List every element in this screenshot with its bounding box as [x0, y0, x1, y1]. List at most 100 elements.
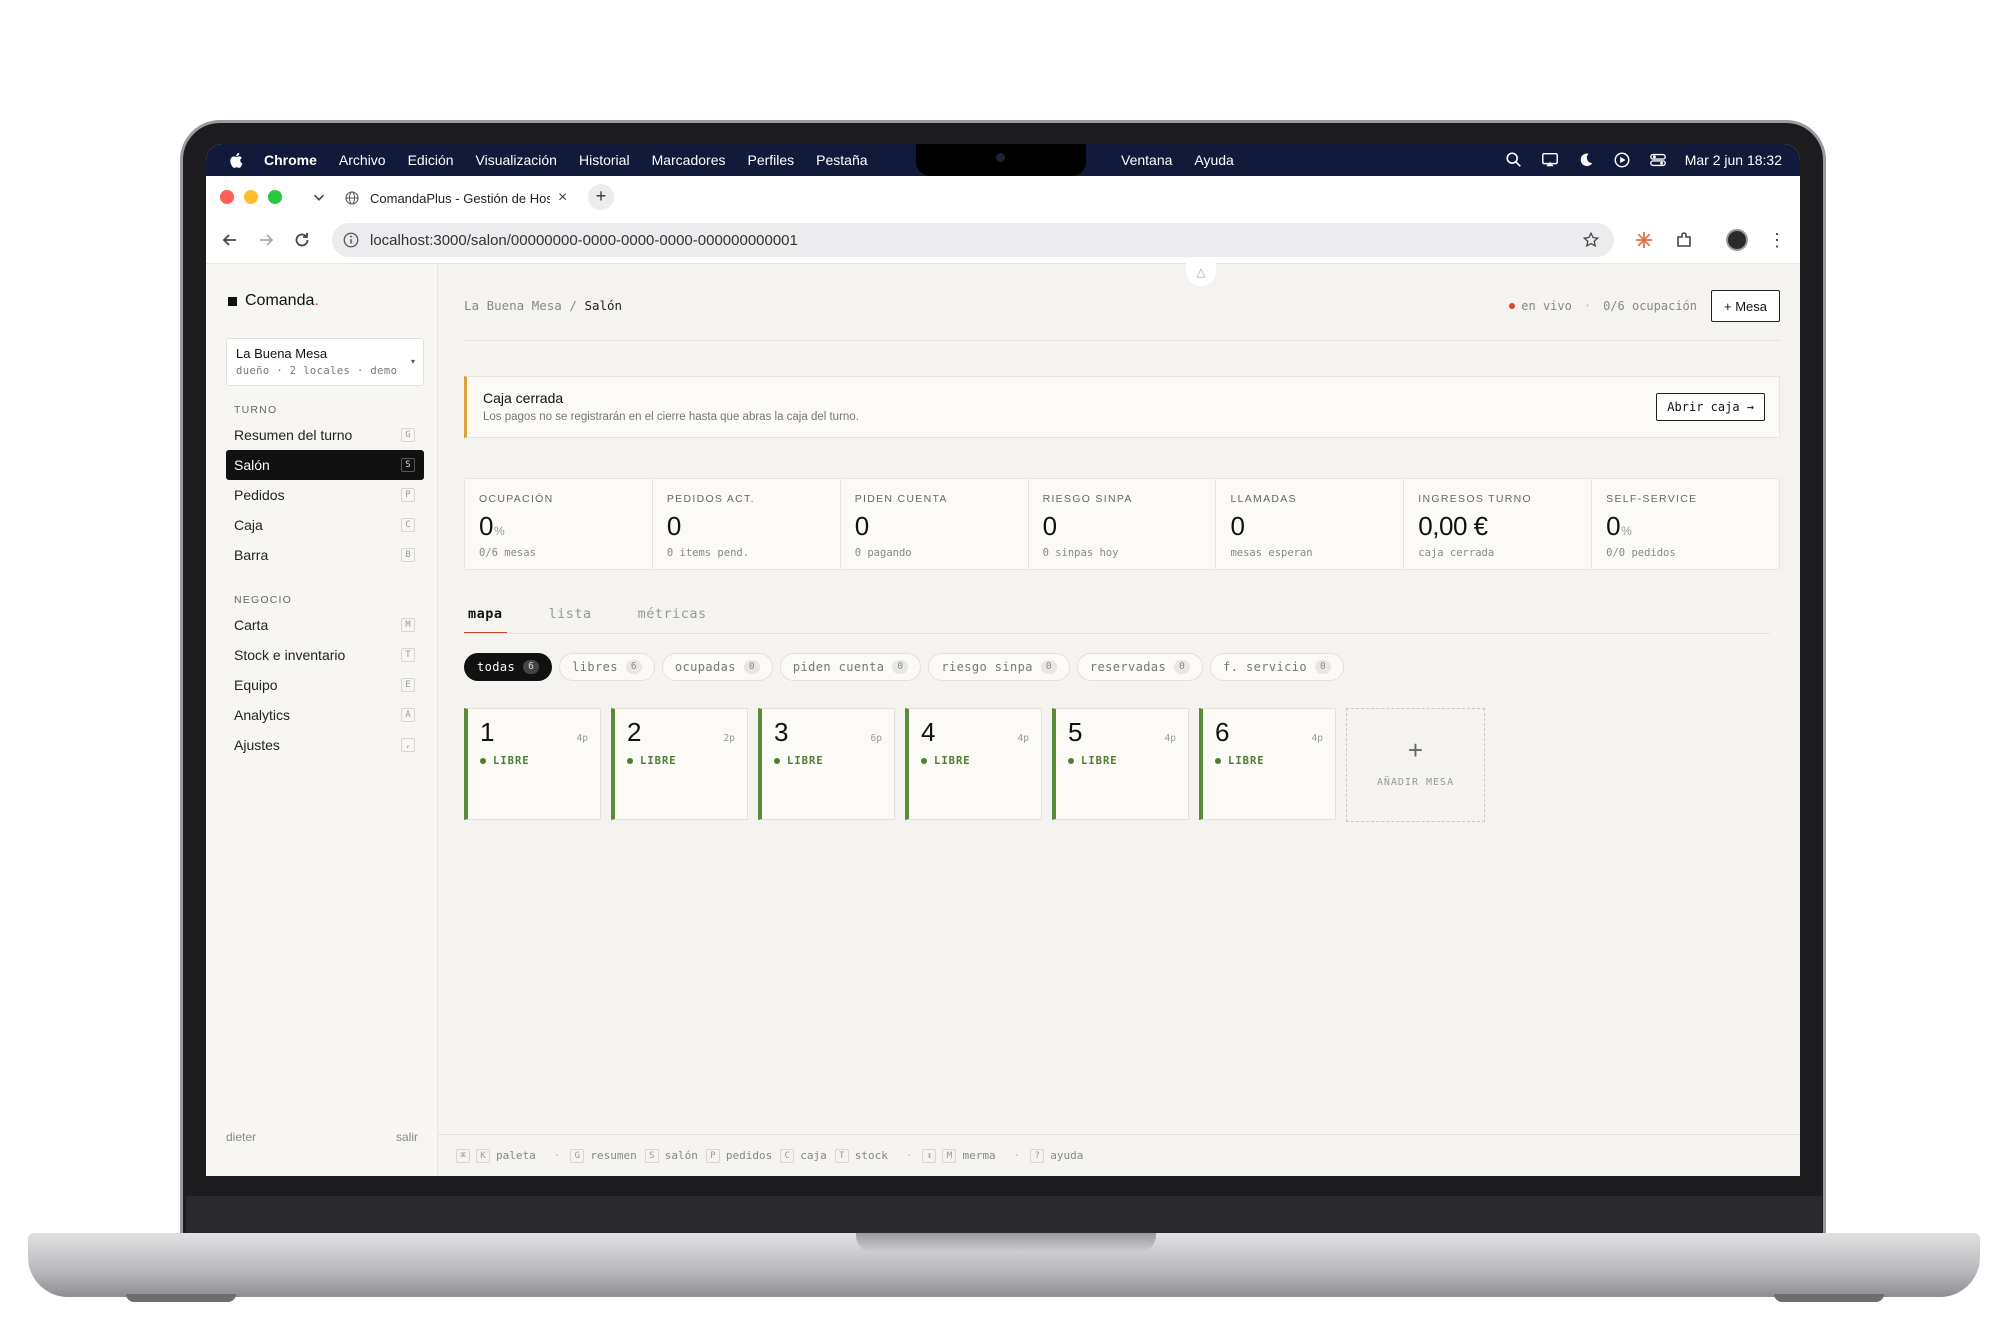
menu-marcadores[interactable]: Marcadores: [652, 152, 726, 168]
filter-piden-cuenta[interactable]: piden cuenta 0: [779, 653, 922, 681]
sidebar-item-label: Ajustes: [234, 737, 280, 753]
breadcrumb-root[interactable]: La Buena Mesa: [464, 298, 562, 313]
table-number: 2: [627, 717, 642, 747]
menu-edicion[interactable]: Edición: [408, 152, 454, 168]
alert-text: Los pagos no se registrarán en el cierre…: [483, 411, 859, 423]
menu-archivo[interactable]: Archivo: [339, 152, 386, 168]
sidebar-item-barra[interactable]: Barra B: [226, 540, 424, 570]
more-menu-icon[interactable]: ⋮: [1768, 230, 1786, 250]
table-capacity: 4p: [1311, 733, 1323, 744]
table-card[interactable]: 3 6p LIBRE: [758, 708, 895, 820]
filter-label: todas: [477, 660, 516, 674]
play-icon[interactable]: [1613, 151, 1631, 169]
venue-selector[interactable]: La Buena Mesa dueño · 2 locales · demo ▾: [226, 338, 424, 386]
filter-libres[interactable]: libres 6: [559, 653, 655, 681]
camera-icon: [996, 153, 1005, 162]
back-arrow-icon[interactable]: [220, 230, 240, 250]
add-table-button[interactable]: + Mesa: [1711, 290, 1780, 322]
tab-mapa[interactable]: mapa: [464, 606, 507, 634]
address-bar[interactable]: localhost:3000/salon/00000000-0000-0000-…: [332, 223, 1614, 257]
sidebar-item-carta[interactable]: Carta M: [226, 610, 424, 640]
table-number: 5: [1068, 717, 1083, 747]
close-tab-icon[interactable]: ×: [558, 189, 567, 207]
menu-ventana[interactable]: Ventana: [1121, 152, 1172, 168]
extension-sparkle-icon[interactable]: [1634, 230, 1654, 250]
logout-link[interactable]: salir: [396, 1130, 418, 1144]
moon-icon[interactable]: [1577, 151, 1595, 169]
menu-pestana[interactable]: Pestaña: [816, 152, 867, 168]
table-card[interactable]: 5 4p LIBRE: [1052, 708, 1189, 820]
table-number: 1: [480, 717, 495, 747]
sidebar-item-stock[interactable]: Stock e inventario T: [226, 640, 424, 670]
filter-label: libres: [572, 660, 618, 674]
brand-accent: .: [314, 292, 319, 309]
menu-ayuda[interactable]: Ayuda: [1194, 152, 1233, 168]
comanda-app: Comanda. La Buena Mesa dueño · 2 locales…: [206, 262, 1800, 1176]
shortcut-key: G: [401, 428, 415, 442]
menu-visualizacion[interactable]: Visualización: [476, 152, 557, 168]
camera-notch: [916, 144, 1086, 176]
current-user: dieter: [226, 1130, 257, 1144]
tab-metricas[interactable]: métricas: [634, 606, 711, 634]
tab-search-chevron-icon[interactable]: [310, 188, 328, 206]
profile-avatar[interactable]: [1726, 229, 1748, 251]
filter-ocupadas[interactable]: ocupadas 0: [661, 653, 773, 681]
sidebar-item-salon[interactable]: Salón S: [226, 450, 424, 480]
devtools-toggle-icon[interactable]: △: [1186, 262, 1216, 286]
table-card[interactable]: 6 4p LIBRE: [1199, 708, 1336, 820]
apple-icon[interactable]: [228, 151, 246, 169]
shortcut-label: salón: [664, 1149, 698, 1162]
menubar-clock[interactable]: Mar 2 jun 18:32: [1685, 152, 1782, 168]
table-card[interactable]: 1 4p LIBRE: [464, 708, 601, 820]
kpi-sub: 0 items pend.: [666, 547, 750, 559]
filter-fuera-servicio[interactable]: f. servicio 0: [1210, 653, 1344, 681]
sidebar-item-analytics[interactable]: Analytics A: [226, 700, 424, 730]
screen-mirroring-icon[interactable]: [1541, 151, 1559, 169]
kpi-sub: 0/6 mesas: [479, 547, 536, 559]
table-card[interactable]: 2 2p LIBRE: [611, 708, 748, 820]
kpi-pedidos: PEDIDOS ACT. 0 0 items pend.: [653, 479, 841, 569]
open-cash-button[interactable]: Abrir caja →: [1656, 393, 1765, 421]
shortcut-key: C: [780, 1148, 795, 1163]
shortcut-key: M: [942, 1148, 957, 1163]
menu-historial[interactable]: Historial: [579, 152, 630, 168]
sidebar-item-resumen[interactable]: Resumen del turno G: [226, 420, 424, 450]
kpi-sub: 0 pagando: [854, 547, 912, 559]
new-tab-button[interactable]: +: [588, 184, 614, 210]
table-status: LIBRE: [1215, 755, 1265, 767]
minimize-window-button[interactable]: [244, 190, 258, 204]
menu-app-name[interactable]: Chrome: [264, 152, 317, 168]
brand-name: Comanda: [245, 292, 315, 309]
filter-riesgo-sinpa[interactable]: riesgo sinpa 0: [928, 653, 1070, 681]
table-card[interactable]: 4 4p LIBRE: [905, 708, 1042, 820]
forward-arrow-icon[interactable]: [256, 230, 276, 250]
filter-todas[interactable]: todas 6: [464, 653, 553, 681]
filter-reservadas[interactable]: reservadas 0: [1076, 653, 1204, 681]
search-icon[interactable]: [1505, 151, 1523, 169]
control-center-icon[interactable]: [1649, 151, 1667, 169]
sidebar-item-ajustes[interactable]: Ajustes,: [226, 730, 424, 760]
laptop-foot: [126, 1294, 236, 1302]
url-text[interactable]: localhost:3000/salon/00000000-0000-0000-…: [370, 232, 798, 249]
menu-perfiles[interactable]: Perfiles: [747, 152, 794, 168]
sidebar-item-equipo[interactable]: Equipo E: [226, 670, 424, 700]
reload-icon[interactable]: [292, 230, 312, 250]
close-window-button[interactable]: [220, 190, 234, 204]
shortcut-label: stock: [854, 1149, 888, 1162]
bookmark-star-icon[interactable]: [1582, 231, 1600, 249]
sidebar-item-label: Pedidos: [234, 487, 285, 503]
alert-title: Caja cerrada: [483, 390, 564, 406]
shortcut-key: ↕: [922, 1148, 937, 1163]
kpi-piden-cuenta: PIDEN CUENTA 0 0 pagando: [841, 479, 1029, 569]
sidebar-item-pedidos[interactable]: Pedidos P: [226, 480, 424, 510]
sidebar-item-caja[interactable]: Caja C: [226, 510, 424, 540]
brand-logo[interactable]: Comanda.: [228, 292, 319, 310]
browser-tab[interactable]: ComandaPlus - Gestión de Hostelería ×: [336, 180, 576, 216]
add-table-card[interactable]: + AÑADIR MESA: [1346, 708, 1485, 822]
maximize-window-button[interactable]: [268, 190, 282, 204]
filter-label: f. servicio: [1223, 660, 1307, 674]
extensions-puzzle-icon[interactable]: [1674, 230, 1694, 250]
tab-lista[interactable]: lista: [545, 606, 596, 634]
site-info-icon[interactable]: [342, 231, 360, 249]
breadcrumb-current: Salón: [584, 298, 623, 313]
